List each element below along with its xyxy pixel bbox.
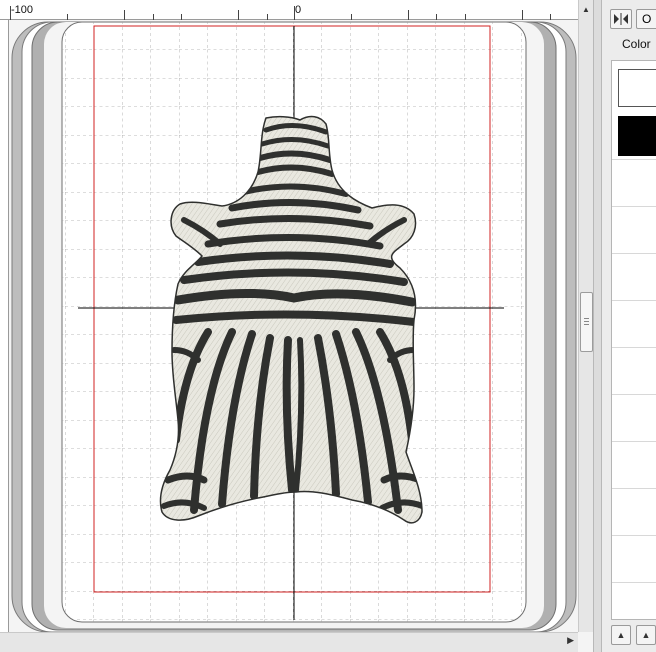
horizontal-scrollbar[interactable]: ▶ <box>0 632 578 652</box>
ruler-ticks <box>10 6 551 20</box>
move-up-icon: ▲ <box>616 630 626 640</box>
scroll-up-icon[interactable]: ▲ <box>579 2 593 18</box>
scroll-right-icon[interactable]: ▶ <box>567 635 574 646</box>
ok-button[interactable]: O <box>636 9 656 29</box>
move-top-icon: ▲ <box>641 630 651 640</box>
color-swatch-white[interactable] <box>618 69 656 107</box>
embroidery-hoop <box>8 20 578 632</box>
move-up-button[interactable]: ▲ <box>611 625 631 645</box>
color-list[interactable] <box>611 60 656 620</box>
move-top-button[interactable]: ▲ <box>636 625 656 645</box>
color-panel: O Color ▲ ▲ <box>602 0 656 652</box>
mirror-button[interactable] <box>610 9 632 29</box>
left-ruler <box>0 20 9 632</box>
ruler-label-zero: 0 <box>295 4 302 16</box>
panel-splitter[interactable] <box>593 0 602 652</box>
canvas-area[interactable]: -100 0 ▲ ▶ <box>0 0 593 652</box>
hoop-canvas-svg <box>11 21 577 632</box>
color-swatch-black[interactable] <box>618 116 656 156</box>
top-ruler: -100 0 <box>0 0 578 20</box>
color-label: Color <box>622 37 651 51</box>
vertical-scroll-thumb[interactable] <box>580 292 593 352</box>
vertical-scrollbar[interactable]: ▲ <box>578 0 593 632</box>
ruler-label-minus-100: -100 <box>11 4 34 16</box>
mirror-icon <box>614 13 628 25</box>
